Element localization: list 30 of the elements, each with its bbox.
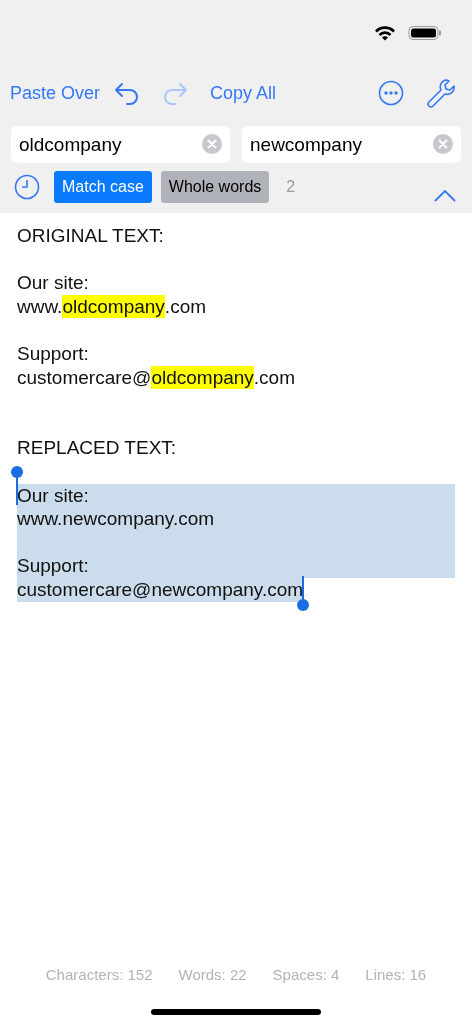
option-toggle[interactable]: Whole words bbox=[160, 171, 270, 203]
match-highlight: oldcompany bbox=[151, 365, 254, 390]
wrench-icon[interactable] bbox=[426, 78, 456, 108]
copy-all-button[interactable]: Copy All bbox=[210, 79, 277, 107]
text-line: Our site: bbox=[17, 483, 89, 508]
more-icon[interactable] bbox=[378, 80, 404, 106]
text-line: customercare@ bbox=[17, 365, 152, 390]
replace-field[interactable]: newcompany bbox=[242, 126, 461, 163]
stat-label: Words: 22 bbox=[178, 965, 247, 985]
chevron-up-icon[interactable] bbox=[434, 190, 456, 202]
text-line: Support: bbox=[17, 341, 89, 366]
stat-label: Characters: 152 bbox=[45, 965, 153, 985]
match-count: 2 bbox=[286, 177, 296, 197]
text-line: www.newcompany.com bbox=[17, 507, 215, 531]
undo-icon[interactable] bbox=[114, 81, 141, 105]
battery-icon bbox=[408, 25, 442, 41]
text-line: ORIGINAL TEXT: bbox=[17, 224, 164, 248]
option-toggle[interactable]: Match case bbox=[54, 171, 152, 203]
text-line: Support: bbox=[17, 554, 89, 578]
text-line: REPLACED TEXT: bbox=[17, 436, 177, 460]
stat-label: Lines: 16 bbox=[365, 965, 427, 985]
stat-label: Spaces: 4 bbox=[272, 965, 340, 985]
find-field[interactable]: oldcompany bbox=[11, 126, 230, 163]
paste-over-button[interactable]: Paste Over bbox=[10, 79, 101, 107]
wifi-icon bbox=[374, 25, 396, 41]
clock-icon[interactable] bbox=[14, 174, 40, 200]
text-line: Our site: bbox=[17, 271, 89, 295]
match-highlight: oldcompany bbox=[62, 294, 165, 319]
text-line: customercare@newcompany.com bbox=[17, 577, 304, 602]
text-line: www. bbox=[17, 294, 63, 319]
